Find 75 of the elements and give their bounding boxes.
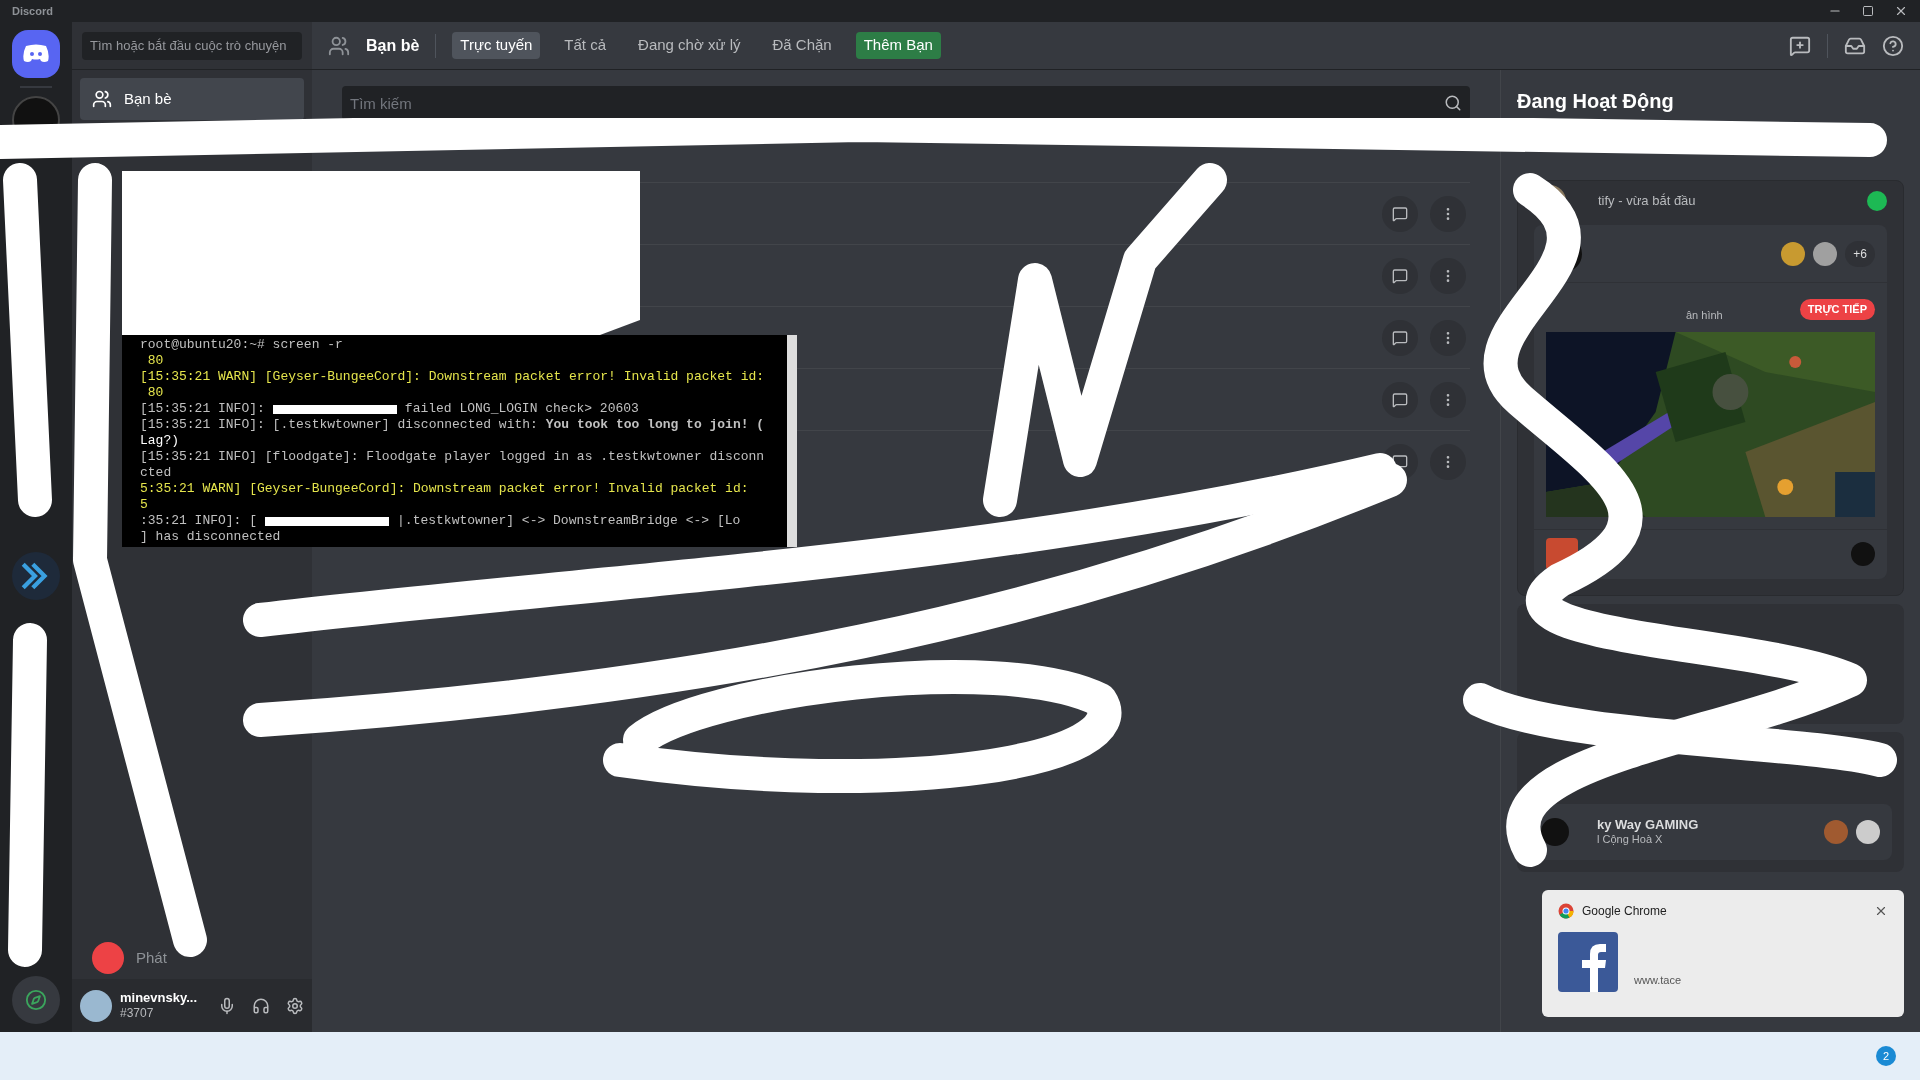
- notification-app: Google Chrome: [1582, 903, 1668, 920]
- user-name: minevnsky...: [120, 989, 199, 1007]
- member-avatar: [1813, 241, 1838, 266]
- group-subtitle: l Cộng Hoà X: [1597, 832, 1664, 847]
- message-button[interactable]: [1382, 319, 1418, 356]
- server-avatar: [1541, 817, 1569, 846]
- home-button[interactable]: [12, 30, 60, 78]
- user-tag: #3707: [120, 1006, 210, 1022]
- terminal-line: [15:35:21 INFO]: [.testkwtowner] disconnected with: You took too long to join! (: [140, 417, 765, 433]
- explore-button[interactable]: [12, 976, 60, 1024]
- tab[interactable]: Trực tuyến: [452, 32, 541, 59]
- add-friend-button[interactable]: Thêm Bạn: [855, 32, 941, 59]
- member-count: +6: [1845, 240, 1875, 267]
- tab[interactable]: Đã Chặn: [764, 32, 840, 59]
- search-field[interactable]: Tìm kiếm: [342, 86, 1470, 120]
- microphone-icon[interactable]: [218, 996, 236, 1015]
- maximize-icon[interactable]: [1862, 5, 1874, 17]
- chat-icon: [1392, 205, 1408, 222]
- browser-icon: [1558, 903, 1574, 919]
- message-button[interactable]: [1382, 195, 1418, 232]
- game-icon: [1851, 542, 1875, 566]
- sidebar-item-label: Bạn bè: [124, 88, 172, 109]
- user-avatar[interactable]: [80, 989, 112, 1022]
- stream-subtitle: ân hình: [1685, 308, 1724, 323]
- terminal-line: failed LONG_LOGIN check> 20603: [404, 401, 639, 417]
- music-app-icon: [1867, 191, 1887, 211]
- avatar-icon: [92, 942, 124, 974]
- message-button[interactable]: [1382, 257, 1418, 294]
- window-title: Discord: [12, 3, 53, 19]
- sidebar-item-label: Phát: [136, 947, 167, 968]
- activity-status: tify - vừa bắt đầu: [1597, 192, 1697, 211]
- message-button[interactable]: [1382, 381, 1418, 418]
- member-avatar: [1824, 819, 1848, 844]
- search-button[interactable]: Tìm hoặc bắt đầu cuộc trò chuyện: [82, 31, 302, 60]
- member-avatar: [1856, 819, 1880, 844]
- terminal-line: |.testkwtowner] <-> DownstreamBridge <-> [Lo: [397, 513, 741, 529]
- terminal-line: :35:21 INFO]: [: [140, 513, 258, 529]
- close-icon[interactable]: [1874, 904, 1888, 918]
- controller-icon: [22, 44, 50, 64]
- close-icon[interactable]: [1894, 4, 1908, 18]
- friends-icon: [328, 34, 350, 57]
- terminal-line: 5: [140, 497, 148, 513]
- help-icon[interactable]: [1882, 34, 1904, 57]
- headphones-icon[interactable]: [252, 996, 270, 1015]
- terminal-line: 5:35:21 WARN] [Geyser-BungeeCord]: Downstream packet error! Invalid packet id:: [140, 481, 749, 497]
- terminal-line: cted: [140, 465, 172, 481]
- member-avatar: [1781, 241, 1806, 266]
- search-icon: [1444, 94, 1462, 112]
- compass-icon: [25, 989, 47, 1011]
- notification-badge: 2: [1876, 1046, 1896, 1066]
- settings-icon[interactable]: [286, 996, 304, 1015]
- tab[interactable]: Đang chờ xử lý: [630, 32, 749, 59]
- terminal-line: ] has disconnected: [140, 529, 281, 545]
- activity-title: Đang Hoạt Động: [1517, 89, 1675, 114]
- friends-icon: [92, 89, 112, 109]
- terminal-line: [15:35:21 WARN] [Geyser-BungeeCord]: Downstream packet error! Invalid packet id:: [140, 369, 765, 385]
- chat-icon: [1392, 329, 1408, 346]
- chat-icon: [1392, 391, 1408, 408]
- group-name: ky Way GAMING: [1597, 816, 1700, 833]
- chat-icon: [1392, 453, 1408, 470]
- terminal-line: [15:35:21 INFO] [floodgate]: Floodgate player logged in as .testkwtowner disconn: [140, 449, 765, 465]
- notification-url: www.tace: [1634, 972, 1682, 988]
- chat-icon: [1392, 267, 1408, 284]
- sidebar-item[interactable]: Bạn bè: [80, 78, 304, 120]
- terminal-line: Lag?): [140, 433, 179, 449]
- new-message-icon[interactable]: [1789, 34, 1811, 57]
- sidebar-item[interactable]: Phát: [80, 937, 304, 979]
- header-title: Bạn bè: [366, 35, 420, 56]
- terminal-line: root@ubuntu20:~# screen -r: [140, 337, 343, 353]
- tab[interactable]: Tất cả: [556, 32, 615, 59]
- live-badge: TRỰC TIẾP: [1799, 299, 1875, 320]
- terminal-line: 80: [146, 353, 164, 369]
- letter-f-logo-icon: [1558, 932, 1618, 992]
- terminal-line: 80: [146, 385, 164, 401]
- terminal-line: [15:35:21 INFO]:: [140, 401, 265, 417]
